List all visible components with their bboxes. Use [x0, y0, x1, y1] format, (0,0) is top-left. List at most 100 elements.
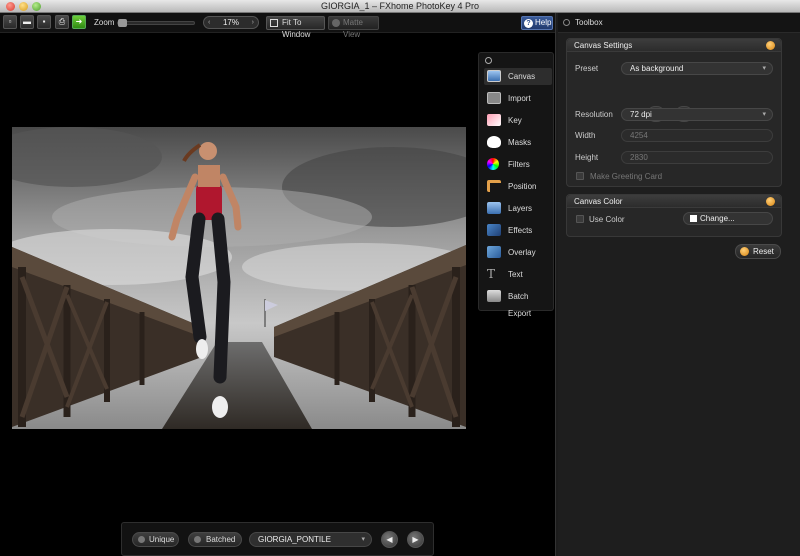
image-name-select[interactable]: GIORGIA_PONTILE ▾ [249, 532, 372, 547]
tool-batch-export[interactable]: Batch Export [484, 288, 552, 318]
canvas-image[interactable] [12, 127, 466, 429]
resolution-label: Resolution [575, 110, 613, 119]
canvas-color-header[interactable]: Canvas Color [567, 195, 781, 208]
new-file-icon[interactable]: ▫ [3, 15, 17, 29]
overlay-icon [487, 246, 501, 258]
toolbox-panel: Toolbox Canvas Settings Preset As backgr… [558, 13, 800, 556]
zoom-value-field[interactable]: ‹ 17% › [203, 16, 259, 29]
tool-import[interactable]: Import [484, 90, 552, 107]
greeting-card-checkbox[interactable] [576, 172, 584, 180]
mask-icon [487, 136, 501, 148]
canvas-settings-header[interactable]: Canvas Settings [567, 39, 781, 52]
unique-label: Unique [149, 535, 175, 544]
zoom-slider-thumb[interactable] [118, 19, 127, 27]
unique-button[interactable]: Unique [132, 532, 179, 547]
chevron-down-icon: ▾ [361, 536, 365, 543]
tool-overlay[interactable]: Overlay [484, 244, 552, 261]
tool-masks[interactable]: Masks [484, 134, 552, 151]
collapse-icon[interactable] [766, 41, 775, 50]
change-color-label: Change... [700, 214, 735, 223]
tool-import-label: Import [508, 94, 531, 103]
matte-icon [332, 19, 340, 27]
batched-icon [194, 536, 201, 543]
panel-pin-icon[interactable] [485, 57, 492, 64]
runner-on-bridge-photo [12, 127, 466, 429]
canvas-settings-title: Canvas Settings [574, 41, 633, 50]
resolution-value: 72 dpi [630, 110, 652, 119]
tool-filters[interactable]: Filters [484, 156, 552, 173]
tool-filters-label: Filters [508, 160, 530, 169]
matte-view-button[interactable]: Matte View [328, 16, 379, 39]
tool-canvas[interactable]: Canvas [484, 68, 552, 85]
fit-window-icon [270, 19, 278, 27]
canvas-icon [487, 70, 501, 82]
window-title: GIORGIA_1 – FXhome PhotoKey 4 Pro [320, 1, 480, 11]
height-label: Height [575, 153, 599, 162]
position-icon [487, 180, 501, 192]
tool-canvas-label: Canvas [508, 72, 536, 81]
width-field[interactable]: 4254 [621, 129, 773, 142]
canvas-color-title: Canvas Color [574, 197, 623, 206]
tool-overlay-label: Overlay [508, 248, 536, 257]
layers-icon [487, 202, 501, 214]
use-color-label: Use Color [589, 215, 625, 224]
greeting-card-label: Make Greeting Card [590, 172, 663, 181]
tool-masks-label: Masks [508, 138, 532, 147]
print-icon[interactable]: ⎙ [55, 15, 69, 29]
preset-label: Preset [575, 64, 599, 73]
tool-effects[interactable]: Effects [484, 222, 552, 239]
toolbox-header: Toolbox [558, 13, 800, 33]
preset-value: As background [630, 64, 684, 73]
use-color-checkbox[interactable] [576, 215, 584, 223]
collapse-icon[interactable] [766, 197, 775, 206]
zoom-label: Zoom [94, 18, 115, 27]
color-swatch [690, 215, 697, 222]
unique-icon [138, 536, 145, 543]
reset-label: Reset [753, 247, 774, 256]
toolbox-grip-icon[interactable] [563, 19, 570, 26]
tool-text[interactable]: T Text [484, 266, 552, 283]
height-field[interactable]: 2830 [621, 151, 773, 164]
tool-text-label: Text [508, 270, 523, 279]
batched-button[interactable]: Batched [188, 532, 242, 547]
chevron-down-icon: ▾ [762, 111, 766, 118]
preset-select[interactable]: As background ▾ [621, 62, 773, 75]
toolbox-title: Toolbox [575, 18, 603, 27]
open-folder-icon[interactable]: ▬ [20, 15, 34, 29]
tool-batch-export-label: Batch Export [508, 292, 532, 318]
eraser-icon [487, 114, 501, 126]
change-color-button[interactable]: Change... [683, 212, 773, 225]
chevron-down-icon: ▾ [762, 65, 766, 72]
zoom-out-icon[interactable]: ‹ [208, 17, 210, 28]
tool-position[interactable]: Position [484, 178, 552, 195]
help-button[interactable]: ? Help [521, 16, 553, 30]
camera-icon [487, 92, 501, 104]
batched-label: Batched [206, 535, 236, 544]
text-icon: T [487, 267, 496, 281]
zoom-in-icon[interactable]: › [252, 17, 254, 28]
tool-layers[interactable]: Layers [484, 200, 552, 217]
width-value: 4254 [630, 131, 648, 140]
previous-icon[interactable]: ◀ [381, 531, 398, 548]
resolution-select[interactable]: 72 dpi ▾ [621, 108, 773, 121]
tool-key-label: Key [508, 116, 522, 125]
tools-panel: Canvas Import Key Masks Filters Position… [478, 52, 554, 318]
image-name: GIORGIA_PONTILE [258, 535, 331, 544]
canvas-color-section: Canvas Color Use Color Change... [566, 194, 782, 237]
save-icon[interactable]: ▪ [37, 15, 51, 29]
export-arrow-icon[interactable]: ➜ [72, 15, 86, 29]
zoom-slider[interactable] [117, 19, 195, 27]
height-value: 2830 [630, 153, 648, 162]
batch-bar: Unique Batched GIORGIA_PONTILE ▾ ◀ ▶ [121, 522, 434, 556]
matte-view-label: Matte View [343, 18, 364, 39]
help-label: Help [535, 18, 552, 27]
fit-to-window-button[interactable]: Fit To Window [266, 16, 325, 39]
zoom-value: 17% [222, 18, 239, 27]
tool-position-label: Position [508, 182, 537, 191]
title-bar: GIORGIA_1 – FXhome PhotoKey 4 Pro [0, 0, 800, 13]
color-wheel-icon [487, 158, 499, 170]
batch-export-icon [487, 290, 501, 302]
reset-button[interactable]: Reset [735, 244, 781, 259]
tool-key[interactable]: Key [484, 112, 552, 129]
next-icon[interactable]: ▶ [407, 531, 424, 548]
